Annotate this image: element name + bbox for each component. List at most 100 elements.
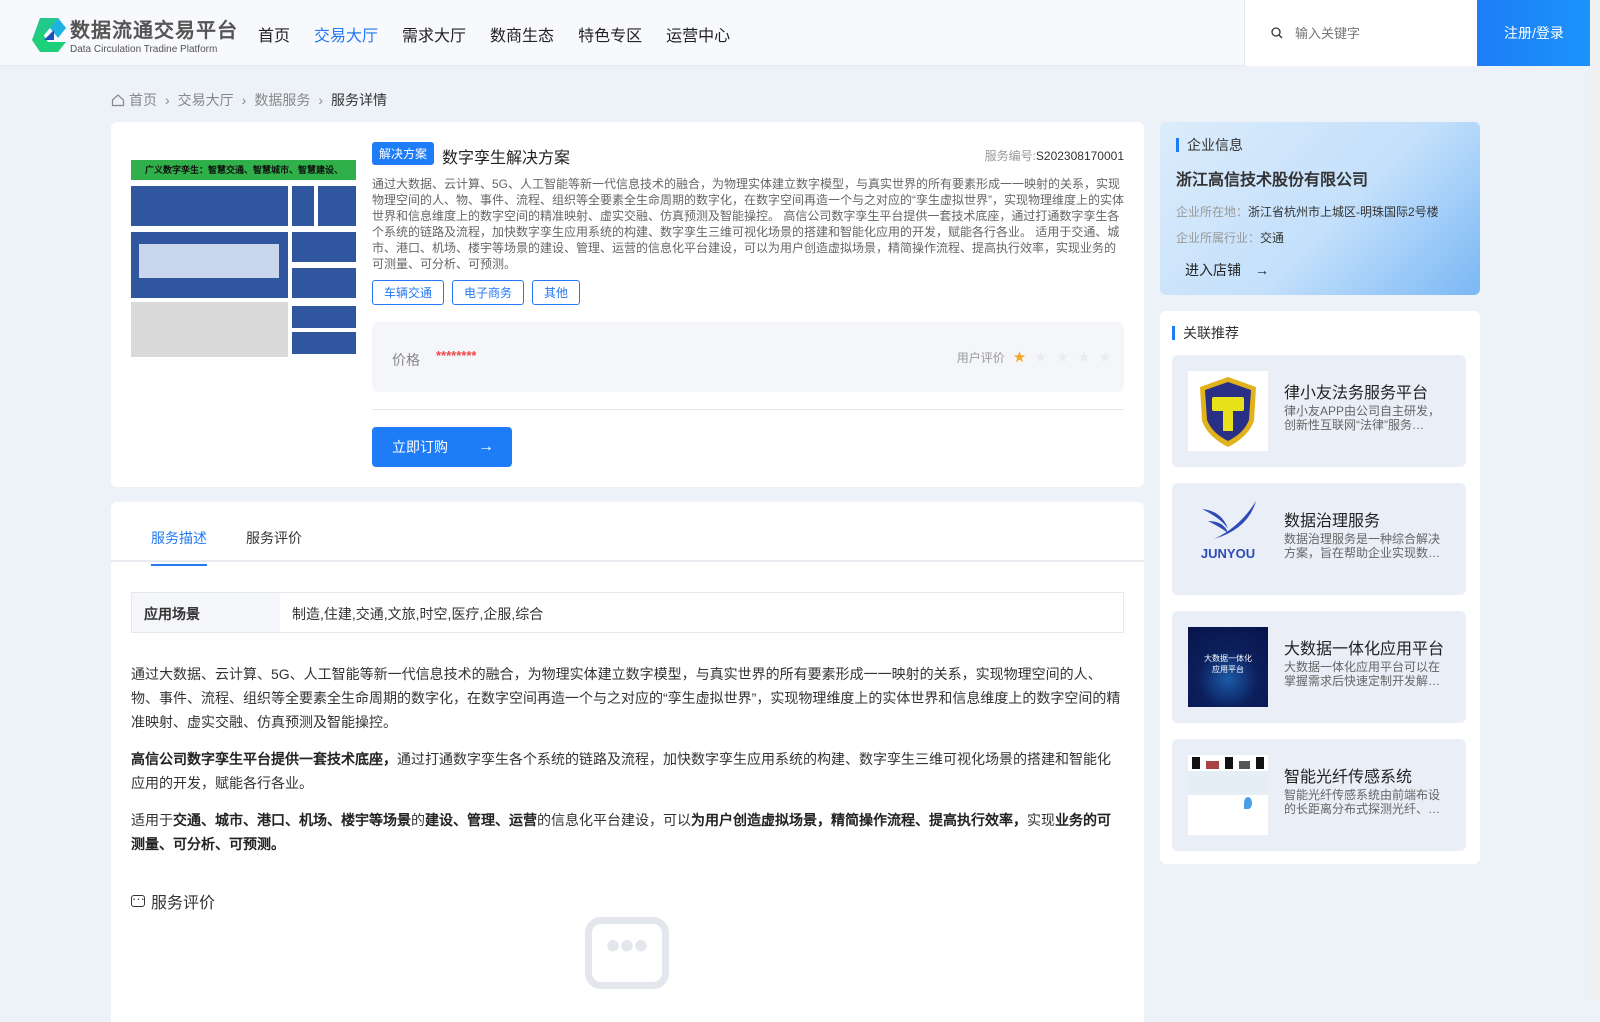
text: 的 [411,812,425,828]
search-icon [1271,27,1283,39]
related-item-desc: 数据治理服务是一种综合解决方案，旨在帮助企业实现数… [1284,532,1441,560]
star-icon: ★ [1055,349,1070,366]
related-item-desc: 大数据一体化应用平台可以在掌握需求后快速定制开发解… [1284,660,1441,688]
company-industry: 企业所属行业：交通 [1176,231,1285,245]
related-item[interactable]: 大数据一体化应用平台 大数据一体化应用平台 大数据一体化应用平台可以在掌握需求后… [1172,611,1466,723]
company-name: 浙江高信技术股份有限公司 [1176,172,1369,189]
review-title: 服务评价 [151,895,216,912]
bold-text: 建设、管理、运营 [425,812,537,828]
related-card: 关联推荐 律小友法务服务平台 律小友APP由公司自主研发，创新性互联网“法律”服… [1160,311,1480,864]
page-scrollbar[interactable] [1590,0,1600,1000]
company-section-title: 企业信息 [1176,135,1243,155]
breadcrumb-trading-hall[interactable]: 交易大厅 [178,90,234,110]
junyou-logo: JUNYOU [1188,499,1268,579]
tab-service-description[interactable]: 服务描述 [151,528,207,566]
nav-trading-hall[interactable]: 交易大厅 [314,22,378,46]
company-info-card: 企业信息 浙江高信技术股份有限公司 企业所在地：浙江省杭州市上城区-明珠国际2号… [1160,122,1480,295]
text: 的信息化平台建设，可以 [537,812,691,828]
service-number-value: S202308170001 [1035,149,1124,163]
product-summary: 通过大数据、云计算、5G、人工智能等新一代信息技术的融合，为物理实体建立数字模型… [372,177,1124,271]
tab-service-review[interactable]: 服务评价 [246,528,302,548]
related-item-title: 数据治理服务 [1284,513,1381,530]
text: 实现 [1027,812,1055,828]
buy-now-label: 立即订购 [392,439,448,455]
home-icon [111,94,125,107]
search-input[interactable] [1295,25,1465,41]
nav-operations[interactable]: 运营中心 [666,22,730,46]
logo-subtitle: Data Circulation Tradine Platform [70,44,218,55]
detail-card: 服务描述 服务评价 应用场景 制造,住建,交通,文旅,时空,医疗,企服,综合 通… [111,502,1144,1022]
bold-text: 交通、城市、港口、机场、楼宇等场景 [173,812,411,828]
solution-type-tag: 解决方案 [372,142,435,165]
breadcrumb: 首页 › 交易大厅 › 数据服务 › 服务详情 [111,90,387,110]
logo[interactable]: 数据流通交易平台 Data Circulation Tradine Platfo… [30,14,238,55]
text: 适用于 [131,812,173,828]
breadcrumb-data-service[interactable]: 数据服务 [254,90,310,110]
breadcrumb-current: 服务详情 [331,92,388,108]
fiber-sensing-image [1188,755,1268,835]
related-section-title: 关联推荐 [1172,323,1239,343]
bold-text: 高信公司数字孪生平台提供一套技术底座， [131,751,397,767]
user-rating: 用户评价 ★ ★ ★ ★ ★ [957,348,1112,367]
top-header: 数据流通交易平台 Data Circulation Tradine Platfo… [0,0,1591,66]
company-location: 企业所在地：浙江省杭州市上城区-明珠国际2号楼 [1176,205,1439,219]
service-description: 通过大数据、云计算、5G、人工智能等新一代信息技术的融合，为物理实体建立数字模型… [131,662,1124,869]
chevron-right-icon: › [318,92,324,108]
product-tags: 车辆交通 电子商务 其他 [372,280,588,305]
arrow-right-icon: → [1255,262,1269,278]
related-item[interactable]: 律小友法务服务平台 律小友APP由公司自主研发，创新性互联网“法律”服务… [1172,355,1466,467]
related-item-title: 智能光纤传感系统 [1284,769,1413,786]
product-title: 数字孪生解决方案 [442,150,571,167]
chevron-right-icon: › [165,92,170,108]
related-item[interactable]: 智能光纤传感系统 智能光纤传感系统由前端布设的长距离分布式探测光纤、… [1172,739,1466,851]
nav-home[interactable]: 首页 [258,22,290,46]
logo-title: 数据流通交易平台 [70,20,238,42]
description-paragraph: 适用于交通、城市、港口、机场、楼宇等场景的建设、管理、运营的信息化平台建设，可以… [131,808,1124,856]
text: 通过大数据、云计算、5G、人工智能等新一代信息技术的融合，为物理实体建立数字模型… [131,666,1121,730]
empty-comment-icon: ••• [585,917,669,989]
scenario-label: 应用场景 [132,593,280,632]
buy-now-button[interactable]: 立即订购 → [372,427,512,467]
tag-other[interactable]: 其他 [532,280,581,305]
search-box [1244,0,1477,66]
related-item-title: 律小友法务服务平台 [1284,385,1429,402]
big-data-platform-image: 大数据一体化应用平台 [1188,627,1268,707]
rating-stars: ★ ★ ★ ★ ★ [1005,348,1112,367]
price-value: ******** [436,348,477,363]
product-card: 广义数字孪生：智慧交通、智慧城市、智慧建设、 解决方案 数字孪生解决方案 服务编… [111,122,1144,487]
enter-store-button[interactable]: 进入店铺 → [1185,260,1269,280]
review-section-title: ··· 服务评价 [131,889,215,913]
divider [372,409,1124,410]
breadcrumb-home[interactable]: 首页 [129,90,157,110]
service-number-label: 服务编号: [984,149,1036,163]
star-icon: ★ [1012,349,1027,366]
nav-ecosystem[interactable]: 数商生态 [490,22,554,46]
main-nav: 首页 交易大厅 需求大厅 数商生态 特色专区 运营中心 [258,22,730,46]
chevron-right-icon: › [241,92,247,108]
price-panel: 价格 ******** 用户评价 ★ ★ ★ ★ ★ [372,322,1124,392]
description-paragraph: 高信公司数字孪生平台提供一套技术底座，通过打通数字孪生各个系统的链路及流程，加快… [131,747,1124,795]
star-icon: ★ [1098,349,1112,366]
nav-demand-hall[interactable]: 需求大厅 [402,22,466,46]
star-icon: ★ [1034,349,1048,366]
tag-ecommerce[interactable]: 电子商务 [452,280,525,305]
related-item-title: 大数据一体化应用平台 [1284,641,1445,658]
scenario-row: 应用场景 制造,住建,交通,文旅,时空,医疗,企服,综合 [131,592,1124,633]
nav-special-zone[interactable]: 特色专区 [578,22,642,46]
gavel-shield-logo [1188,371,1268,451]
tag-vehicle-traffic[interactable]: 车辆交通 [372,280,445,305]
related-item[interactable]: JUNYOU 数据治理服务 数据治理服务是一种综合解决方案，旨在帮助企业实现数… [1172,483,1466,595]
logo-icon [30,16,68,54]
login-register-button[interactable]: 注册/登录 [1477,0,1591,66]
bold-text: 为用户创造虚拟场景，精简操作流程、提高执行效率， [691,812,1027,828]
related-item-desc: 律小友APP由公司自主研发，创新性互联网“法律”服务… [1284,404,1441,432]
description-paragraph: 通过大数据、云计算、5G、人工智能等新一代信息技术的融合，为物理实体建立数字模型… [131,662,1124,734]
arrow-right-icon: → [478,438,494,455]
related-item-desc: 智能光纤传感系统由前端布设的长距离分布式探测光纤、… [1284,788,1441,816]
price-label: 价格 [392,352,420,368]
rating-label: 用户评价 [956,351,1005,365]
service-number: 服务编号:S202308170001 [985,147,1124,164]
product-image: 广义数字孪生：智慧交通、智慧城市、智慧建设、 [131,160,356,357]
comment-icon: ··· [131,891,145,907]
tab-bar: 服务描述 服务评价 [111,502,1144,566]
